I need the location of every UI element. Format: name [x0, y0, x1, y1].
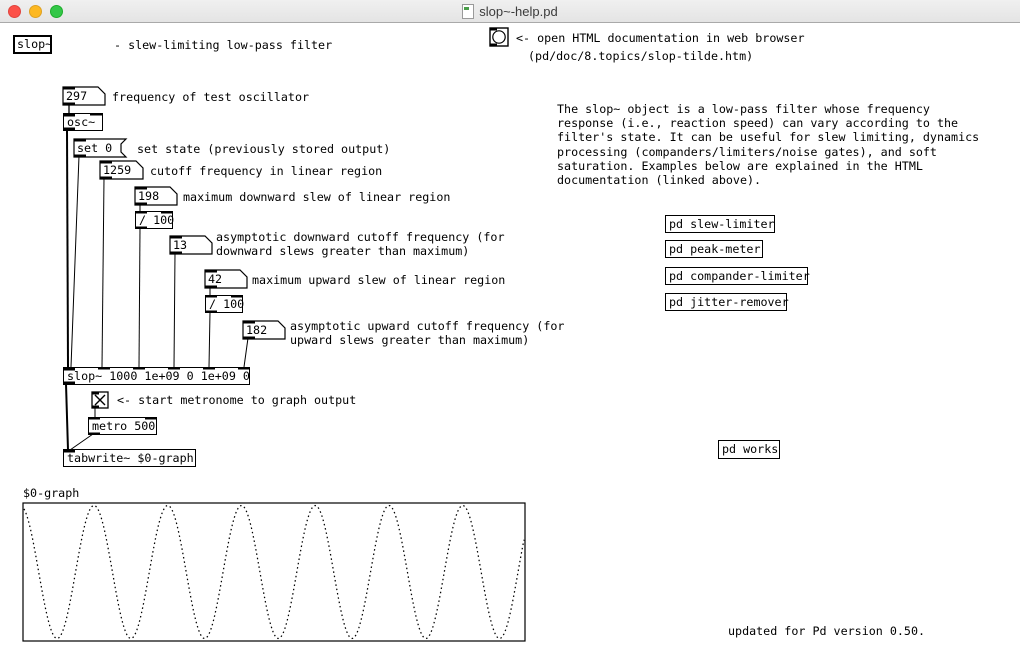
metro-object[interactable]: metro 500: [88, 417, 157, 435]
toggle-comment: <- start metronome to graph output: [117, 393, 356, 407]
number-box-down-slew[interactable]: 198: [135, 187, 177, 205]
wire-signal: [67, 130, 68, 367]
doc-link-comment: <- open HTML documentation in web browse…: [516, 31, 805, 45]
wire: [244, 338, 248, 367]
graph-border: [23, 503, 525, 641]
wire-signal: [66, 384, 68, 450]
freq-comment: frequency of test oscillator: [112, 90, 309, 104]
wire: [209, 312, 210, 367]
subpatch-compander-limiter[interactable]: pd compander-limiter: [665, 267, 808, 285]
document-icon: [462, 4, 474, 19]
window-title: slop~-help.pd: [479, 4, 557, 19]
cutoff-comment: cutoff frequency in linear region: [150, 164, 382, 178]
intro-comment: The slop~ object is a low-pass filter wh…: [557, 102, 979, 187]
graph-label: $0-graph: [23, 486, 79, 500]
doc-path-comment: (pd/doc/8.topics/slop-tilde.htm): [528, 49, 753, 63]
number-box-up-slew[interactable]: 42: [205, 270, 247, 288]
number-box-up-asymp[interactable]: 182: [243, 321, 285, 339]
tabwrite-object[interactable]: tabwrite~ $0-graph: [63, 449, 196, 467]
wire: [102, 178, 104, 367]
wire: [139, 228, 140, 367]
subpatch-jitter-remover[interactable]: pd jitter-remover: [665, 293, 787, 311]
divide-object-a[interactable]: / 100: [135, 211, 173, 229]
up-asymp-comment: asymptotic upward cutoff frequency (for …: [290, 319, 564, 347]
pd-patch-window: slop~-help.pd slop~ 297 osc~ set 0 125: [0, 0, 1020, 664]
metronome-toggle[interactable]: [92, 392, 108, 408]
wire: [174, 253, 175, 367]
osc-object[interactable]: osc~: [63, 113, 103, 131]
subpatch-works[interactable]: pd works: [718, 440, 780, 459]
footer-comment: updated for Pd version 0.50.: [728, 624, 925, 638]
tagline-comment: - slew-limiting low-pass filter: [114, 38, 332, 52]
set-state-comment: set state (previously stored output): [137, 142, 390, 156]
down-slew-comment: maximum downward slew of linear region: [183, 190, 450, 204]
divide-object-b[interactable]: / 100: [205, 295, 243, 313]
sine-waveform: [24, 506, 524, 639]
down-asymp-comment: asymptotic downward cutoff frequency (fo…: [216, 230, 505, 258]
titlebar: slop~-help.pd: [0, 0, 1020, 23]
slop-object-box[interactable]: slop~: [13, 35, 52, 54]
set-message-box[interactable]: set 0: [74, 139, 126, 157]
subpatch-slew-limiter[interactable]: pd slew-limiter: [665, 215, 775, 233]
number-box-down-asymp[interactable]: 13: [170, 236, 212, 254]
array-graph: [23, 503, 525, 641]
wire: [70, 434, 93, 450]
number-box-frequency[interactable]: 297: [63, 87, 105, 105]
up-slew-comment: maximum upward slew of linear region: [252, 273, 505, 287]
subpatch-peak-meter[interactable]: pd peak-meter: [665, 240, 763, 258]
slop-main-object[interactable]: slop~ 1000 1e+09 0 1e+09 0: [63, 367, 250, 385]
wire: [71, 156, 79, 367]
number-box-cutoff[interactable]: 1259: [100, 161, 143, 179]
bang-open-docs[interactable]: [490, 28, 508, 46]
